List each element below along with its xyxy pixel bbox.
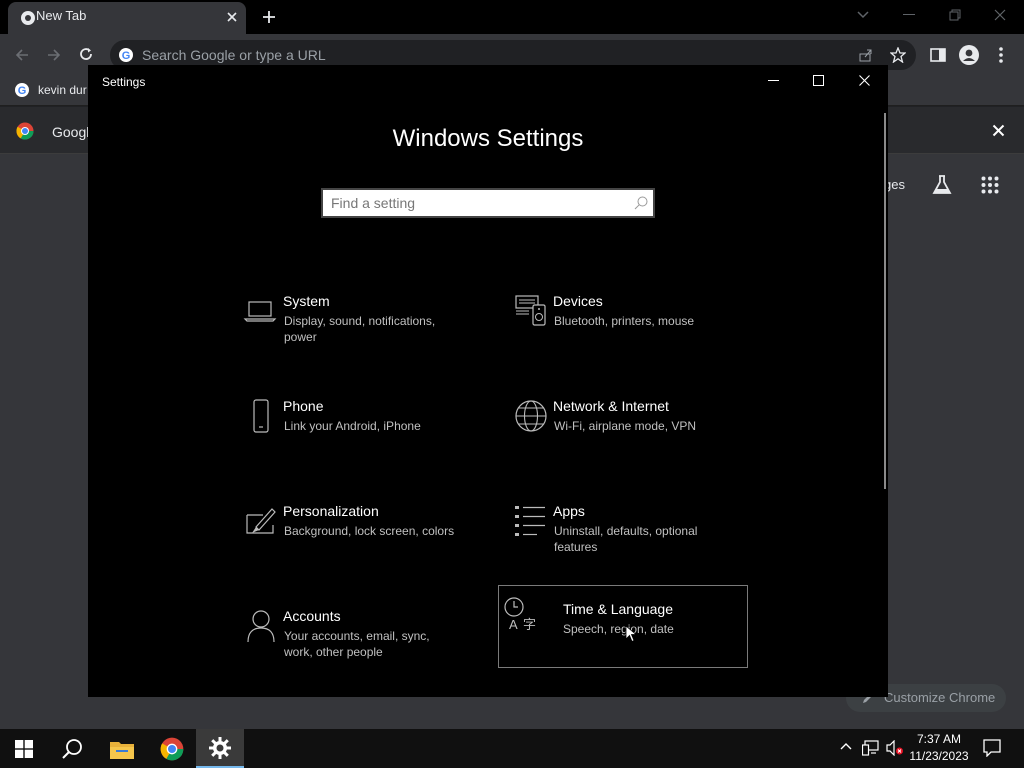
network-icon[interactable] bbox=[862, 740, 880, 756]
tile-apps-title: Apps bbox=[553, 503, 585, 519]
person-icon bbox=[243, 608, 279, 644]
phone-icon bbox=[243, 398, 279, 434]
windows-logo-icon bbox=[15, 739, 33, 758]
reload-icon[interactable] bbox=[78, 46, 94, 62]
tile-system-desc: Display, sound, notifications, power bbox=[284, 314, 436, 344]
search-icon bbox=[61, 738, 83, 760]
time-language-icon: A字 bbox=[503, 596, 539, 632]
settings-heading: Windows Settings bbox=[392, 125, 584, 152]
bookmark-google-icon: G bbox=[14, 82, 30, 98]
settings-close-icon[interactable] bbox=[859, 75, 870, 86]
new-tab-icon[interactable] bbox=[262, 10, 276, 24]
taskbar-settings[interactable] bbox=[196, 729, 244, 768]
labs-flask-icon[interactable] bbox=[932, 174, 952, 196]
tile-network-title: Network & Internet bbox=[553, 398, 669, 414]
settings-window: Settings Windows Settings System Display… bbox=[88, 65, 888, 697]
svg-text:字: 字 bbox=[523, 617, 536, 632]
tile-time-language[interactable]: A字 Time & Language Speech, region, date bbox=[498, 585, 748, 668]
restore-icon[interactable] bbox=[949, 9, 961, 21]
tile-time-language-desc: Speech, region, date bbox=[563, 622, 674, 636]
side-panel-icon[interactable] bbox=[930, 47, 946, 63]
taskbar-search-button[interactable] bbox=[48, 729, 96, 768]
svg-text:A: A bbox=[509, 617, 518, 632]
tile-accounts-title: Accounts bbox=[283, 608, 341, 624]
taskbar-file-explorer[interactable] bbox=[98, 729, 146, 768]
volume-muted-icon[interactable] bbox=[886, 740, 904, 756]
tile-apps-desc: Uninstall, defaults, optional features bbox=[554, 524, 698, 554]
tile-accounts[interactable]: Accounts Your accounts, email, sync, wor… bbox=[233, 596, 483, 680]
tile-system-title: System bbox=[283, 293, 330, 309]
bookmark-item-label[interactable]: kevin dur bbox=[38, 83, 87, 97]
find-setting-search-box[interactable] bbox=[321, 188, 655, 218]
show-hidden-icons-chevron-icon[interactable] bbox=[840, 742, 852, 750]
tile-personalization-desc: Background, lock screen, colors bbox=[284, 524, 455, 538]
find-setting-input[interactable] bbox=[331, 194, 621, 212]
tile-time-language-title: Time & Language bbox=[563, 601, 673, 617]
tile-accounts-desc: Your accounts, email, sync, work, other … bbox=[284, 629, 430, 659]
forward-icon[interactable] bbox=[46, 47, 62, 63]
infobar-label: Googl bbox=[52, 124, 90, 140]
apps-grid-icon[interactable] bbox=[981, 176, 999, 194]
apps-list-icon bbox=[513, 503, 549, 539]
tab-close-icon[interactable] bbox=[226, 11, 238, 23]
chrome-logo-icon bbox=[160, 737, 184, 761]
share-icon[interactable] bbox=[858, 47, 874, 63]
clock-date: 11/23/2023 bbox=[909, 749, 969, 763]
gear-icon bbox=[209, 736, 231, 759]
omnibox-placeholder: Search Google or type a URL bbox=[142, 47, 326, 63]
tile-phone[interactable]: Phone Link your Android, iPhone bbox=[233, 386, 483, 470]
back-icon[interactable] bbox=[14, 47, 30, 63]
bookmark-star-icon[interactable] bbox=[890, 47, 906, 63]
settings-window-title: Settings bbox=[102, 75, 146, 89]
tile-devices-desc: Bluetooth, printers, mouse bbox=[554, 314, 695, 328]
tab-title: New Tab bbox=[36, 8, 87, 23]
chrome-menu-icon[interactable] bbox=[998, 46, 1004, 64]
profile-avatar-icon[interactable] bbox=[959, 45, 979, 65]
tile-phone-title: Phone bbox=[283, 398, 324, 414]
paintbrush-icon bbox=[243, 503, 279, 539]
settings-maximize-icon[interactable] bbox=[813, 75, 824, 86]
windows-taskbar: 7:37 AM 11/23/2023 bbox=[0, 729, 1024, 768]
chrome-tab-favicon-icon bbox=[20, 10, 36, 26]
tile-personalization[interactable]: Personalization Background, lock screen,… bbox=[233, 491, 483, 575]
chrome-logo-icon bbox=[16, 122, 34, 140]
tile-system[interactable]: System Display, sound, notifications, po… bbox=[233, 281, 483, 365]
settings-scrollbar[interactable] bbox=[884, 113, 886, 489]
clock-time: 7:37 AM bbox=[916, 732, 962, 746]
tile-phone-desc: Link your Android, iPhone bbox=[284, 419, 421, 433]
close-browser-icon[interactable] bbox=[994, 9, 1006, 21]
minimize-icon[interactable] bbox=[903, 14, 915, 16]
settings-minimize-icon[interactable] bbox=[768, 80, 779, 82]
start-button[interactable] bbox=[0, 729, 48, 768]
tile-network[interactable]: Network & Internet Wi-Fi, airplane mode,… bbox=[503, 386, 753, 470]
folder-icon bbox=[110, 739, 134, 759]
tile-devices-title: Devices bbox=[553, 293, 603, 309]
taskbar-clock[interactable]: 7:37 AM 11/23/2023 bbox=[904, 731, 974, 765]
svg-text:G: G bbox=[122, 50, 131, 62]
mouse-cursor-icon bbox=[625, 625, 637, 643]
action-center-icon[interactable] bbox=[983, 739, 1001, 757]
tile-network-desc: Wi-Fi, airplane mode, VPN bbox=[554, 419, 697, 433]
svg-text:G: G bbox=[18, 85, 27, 97]
customize-chrome-label: Customize Chrome bbox=[884, 690, 996, 705]
tile-apps[interactable]: Apps Uninstall, defaults, optional featu… bbox=[503, 491, 753, 575]
taskbar-chrome[interactable] bbox=[148, 729, 196, 768]
infobar-close-icon[interactable] bbox=[992, 124, 1005, 137]
google-g-icon: G bbox=[118, 47, 134, 63]
search-icon bbox=[634, 196, 648, 210]
tab-search-chevron-icon[interactable] bbox=[856, 10, 870, 20]
tile-devices[interactable]: Devices Bluetooth, printers, mouse bbox=[503, 281, 753, 365]
laptop-icon bbox=[243, 293, 279, 329]
devices-icon bbox=[513, 293, 549, 329]
globe-icon bbox=[513, 398, 549, 434]
tile-personalization-title: Personalization bbox=[283, 503, 379, 519]
